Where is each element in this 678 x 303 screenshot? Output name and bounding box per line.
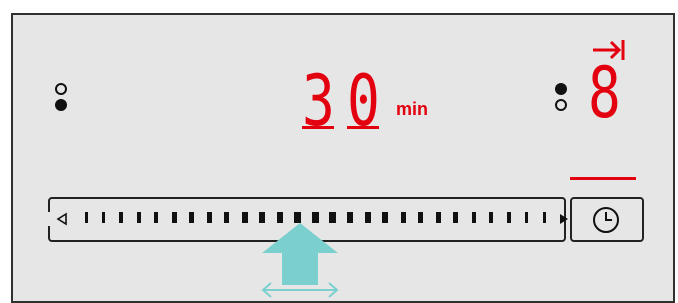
cooking-zone-digit: 8: [588, 52, 621, 134]
slider-segment[interactable]: [171, 212, 177, 223]
timer-digit-ones-underline: [347, 126, 379, 129]
hob-control-panel: [11, 13, 675, 303]
slider-segment[interactable]: [84, 212, 88, 223]
slider-segment[interactable]: [506, 212, 511, 223]
timer-active-indicator: [570, 177, 636, 180]
slider-segment[interactable]: [524, 212, 528, 223]
slider-segment[interactable]: [489, 212, 494, 223]
slider-segment[interactable]: [241, 212, 248, 223]
slider-segment[interactable]: [347, 212, 354, 223]
timer-digit-tens-underline: [302, 126, 334, 129]
swipe-horizontal-arrow-icon: [261, 282, 339, 298]
slider-segment[interactable]: [364, 212, 371, 223]
slider-segment[interactable]: [435, 212, 441, 223]
zone-dot-open-icon: [555, 99, 567, 111]
slider-segment[interactable]: [382, 212, 389, 223]
slider-segment[interactable]: [206, 212, 212, 223]
slider-edge-notch-left: [48, 212, 52, 226]
slider-segment[interactable]: [542, 212, 546, 223]
slider-segment[interactable]: [400, 212, 406, 223]
slider-segment[interactable]: [189, 212, 195, 223]
slider-segment[interactable]: [224, 212, 230, 223]
slider-segment[interactable]: [154, 212, 159, 223]
slider-segment[interactable]: [471, 212, 476, 223]
zone-dot-filled-icon: [555, 83, 567, 95]
timer-unit-label: min: [396, 99, 429, 119]
zone-dot-open-icon: [55, 83, 67, 95]
slider-segment[interactable]: [418, 212, 424, 223]
clock-icon[interactable]: [591, 205, 621, 235]
slider-increase-icon[interactable]: [558, 212, 570, 226]
slider-segment[interactable]: [102, 212, 106, 223]
zone-dot-filled-icon: [55, 99, 67, 111]
slider-segment[interactable]: [119, 212, 124, 223]
slider-decrease-icon[interactable]: [56, 212, 68, 226]
slider-segment[interactable]: [453, 212, 459, 223]
slider-segment[interactable]: [136, 212, 141, 223]
